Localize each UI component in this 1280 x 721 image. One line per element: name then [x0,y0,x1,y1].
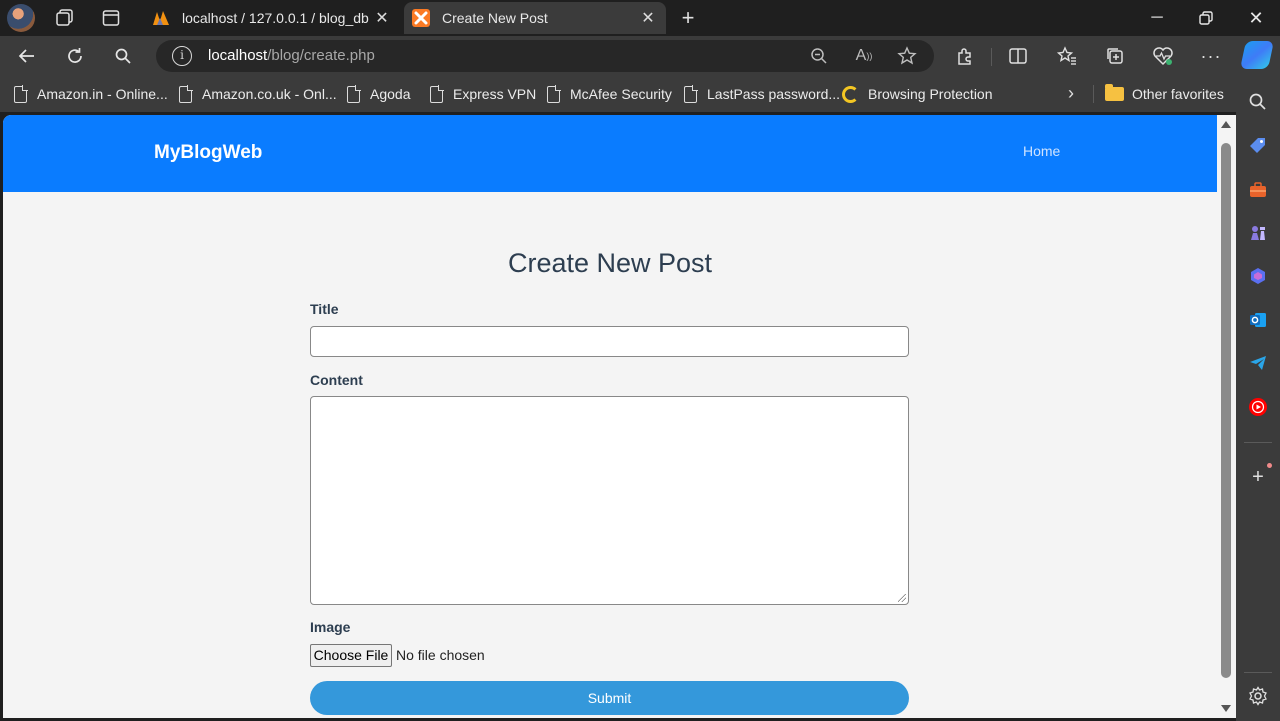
url-text[interactable]: localhost/blog/create.php [208,47,375,64]
sidebar-divider [1244,442,1272,443]
youtube-music-icon[interactable] [1247,396,1269,418]
games-chess-icon[interactable] [1247,222,1269,244]
nav-home-link[interactable]: Home [1023,143,1060,159]
restore-icon[interactable] [1181,0,1231,36]
favorite-label: McAfee Security [570,86,672,102]
favorite-label: Agoda [370,86,411,102]
address-toolbar: i localhost/blog/create.php A)) ··· [0,36,1280,76]
extensions-icon[interactable] [951,42,979,70]
more-options-icon[interactable]: ··· [1197,42,1225,70]
page-icon [684,84,698,103]
url-host: localhost [208,47,268,64]
file-status-text: No file chosen [396,647,485,663]
close-window-icon[interactable]: ✕ [1231,0,1280,36]
site-header: MyBlogWeb Home [3,115,1217,192]
favorite-label: LastPass password... [707,86,841,102]
favorite-label: Express VPN [453,86,537,102]
scroll-down-icon[interactable] [1221,705,1231,712]
favorite-item[interactable]: Agoda [347,84,410,104]
favorite-item[interactable]: Browsing Protection [842,84,993,104]
favorite-label: Amazon.in - Online... [37,86,168,102]
read-aloud-icon[interactable]: A)) [852,44,876,68]
url-path: /blog/create.php [267,47,375,64]
page-scrollbar[interactable] [1217,115,1236,718]
edge-sidebar: + [1236,76,1280,721]
search-icon[interactable] [109,42,137,70]
browser-tab-strip: localhost / 127.0.0.1 / blog_db / ✕ Crea… [0,0,1280,36]
folder-icon [1105,84,1124,101]
other-favorites-label: Other favorites [1132,86,1224,102]
new-tab-icon[interactable]: + [674,4,702,32]
profile-avatar[interactable] [7,4,35,32]
tools-briefcase-icon[interactable] [1247,179,1269,201]
notification-dot [1267,463,1272,468]
split-screen-icon[interactable] [1004,42,1032,70]
collections-icon[interactable] [1101,42,1129,70]
back-icon[interactable] [13,42,41,70]
favorite-item[interactable]: Amazon.co.uk - Onl... [179,84,337,104]
page-icon [347,84,361,103]
title-label: Title [310,301,339,317]
add-icon[interactable]: + [1247,466,1269,488]
outlook-icon[interactable] [1247,309,1269,331]
page-icon [14,84,28,103]
favorites-icon[interactable] [1053,42,1081,70]
settings-gear-icon[interactable] [1247,685,1269,707]
copilot-sidebar-icon[interactable] [1247,265,1269,287]
tab-title: Create New Post [442,10,548,26]
refresh-icon[interactable] [61,42,89,70]
favorite-item[interactable]: Amazon.in - Online... [14,84,168,104]
minimize-icon[interactable]: ─ [1132,0,1182,36]
address-bar[interactable]: i localhost/blog/create.php A)) [156,40,934,72]
browsing-protection-icon [842,85,859,103]
xampp-icon [412,9,430,27]
favorite-label: Browsing Protection [868,86,993,102]
site-brand[interactable]: MyBlogWeb [154,142,262,164]
page-viewport: MyBlogWeb Home Create New Post Title Con… [3,115,1217,718]
resize-handle-icon[interactable] [898,594,906,602]
scroll-up-icon[interactable] [1221,121,1231,128]
favorite-item[interactable]: LastPass password... [684,84,840,104]
submit-button[interactable]: Submit [310,681,909,715]
phpmyadmin-icon [152,9,170,27]
favorite-star-icon[interactable] [895,44,919,68]
chevron-right-icon[interactable]: › [1068,83,1074,104]
browser-essentials-icon[interactable] [1149,42,1177,70]
favorite-item[interactable]: McAfee Security [547,84,672,104]
favorite-label: Amazon.co.uk - Onl... [202,86,337,102]
telegram-send-icon[interactable] [1247,352,1269,374]
sidebar-divider [1244,672,1272,673]
page-icon [430,84,444,103]
shopping-tag-icon[interactable] [1247,135,1269,157]
title-input[interactable] [310,326,909,357]
close-tab-icon[interactable]: ✕ [636,8,660,28]
other-favorites[interactable]: Other favorites [1105,84,1224,104]
page-title: Create New Post [507,248,713,278]
close-tab-icon[interactable]: ✕ [370,8,394,28]
content-textarea[interactable] [310,396,909,605]
scroll-thumb[interactable] [1221,143,1231,678]
search-icon[interactable] [1247,91,1269,113]
page-icon [179,84,193,103]
image-label: Image [310,619,351,635]
content-label: Content [310,372,363,388]
tab-create-new-post[interactable]: Create New Post ✕ [404,2,666,34]
favorites-divider [1093,85,1094,103]
favorite-item[interactable]: Express VPN [430,84,536,104]
favorites-bar: Amazon.in - Online... Amazon.co.uk - Onl… [0,76,1236,112]
copilot-icon[interactable] [1240,41,1274,69]
page-icon [547,84,561,103]
toolbar-divider [991,48,992,66]
tab-title: localhost / 127.0.0.1 / blog_db / [182,10,370,26]
tab-phpmyadmin[interactable]: localhost / 127.0.0.1 / blog_db / ✕ [144,2,400,34]
zoom-out-icon[interactable] [807,44,831,68]
choose-file-button[interactable]: Choose File [310,644,392,667]
workspaces-icon[interactable] [51,4,79,32]
site-info-icon[interactable]: i [172,46,192,66]
vertical-tabs-icon[interactable] [97,4,125,32]
